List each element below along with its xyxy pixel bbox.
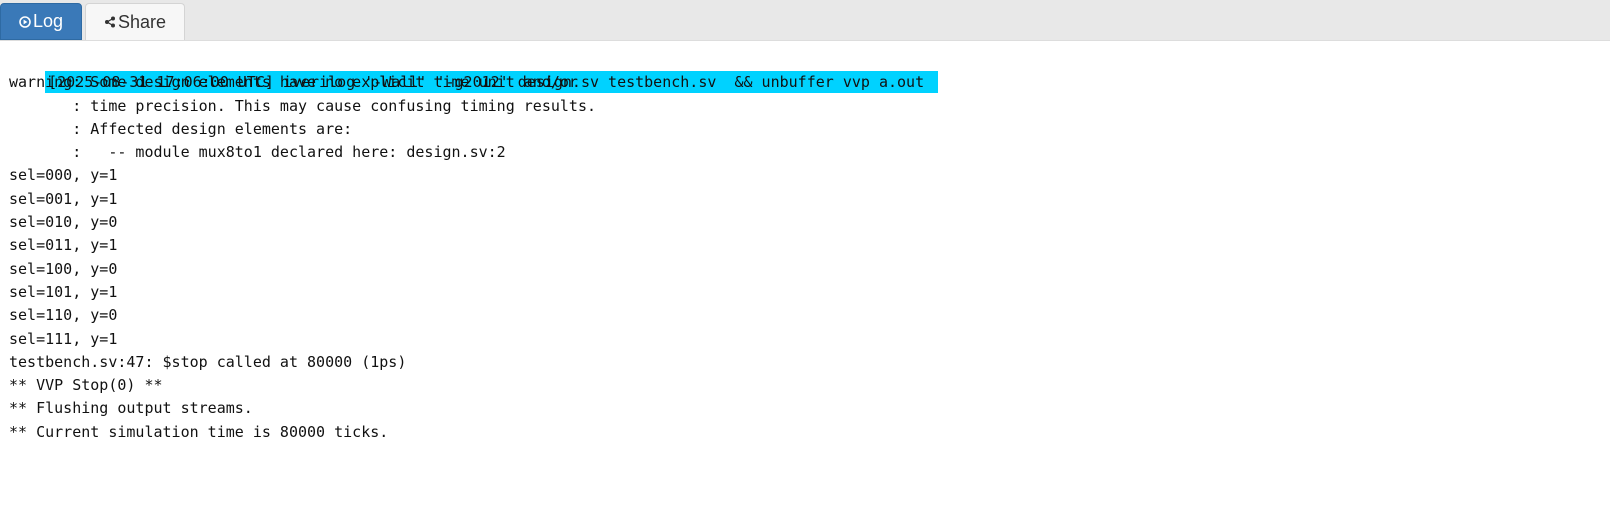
log-line: : Affected design elements are: <box>9 119 353 138</box>
log-line: sel=100, y=0 <box>9 259 118 278</box>
log-line: sel=000, y=1 <box>9 166 118 185</box>
tab-log-label: Log <box>32 11 64 31</box>
log-line: ** Current simulation time is 80000 tick… <box>9 422 389 441</box>
tab-log[interactable]: Log <box>0 3 82 40</box>
tab-share[interactable]: Share <box>85 3 185 40</box>
log-line: sel=001, y=1 <box>9 189 118 208</box>
log-line: sel=111, y=1 <box>9 329 118 348</box>
log-line: : -- module mux8to1 declared here: desig… <box>9 143 506 162</box>
log-lines: warning: Some design elements have no ex… <box>9 71 1610 444</box>
log-line: ** Flushing output streams. <box>9 399 253 418</box>
tab-share-label: Share <box>117 11 167 32</box>
log-line: ** VVP Stop(0) ** <box>9 376 163 395</box>
share-icon <box>104 16 116 28</box>
command-line-row: [2025-08-31 17:06:00 UTC] iverilog '-Wal… <box>9 48 1610 94</box>
log-line: : time precision. This may cause confusi… <box>9 96 596 115</box>
log-line: sel=110, y=0 <box>9 306 118 325</box>
log-line: sel=011, y=1 <box>9 236 118 255</box>
log-output: [2025-08-31 17:06:00 UTC] iverilog '-Wal… <box>9 48 1610 444</box>
log-line: sel=010, y=0 <box>9 213 118 232</box>
play-circle-icon <box>19 15 31 28</box>
log-line: sel=101, y=1 <box>9 282 118 301</box>
tab-bar: Log Share <box>0 0 1610 41</box>
log-line: testbench.sv:47: $stop called at 80000 (… <box>9 352 407 371</box>
